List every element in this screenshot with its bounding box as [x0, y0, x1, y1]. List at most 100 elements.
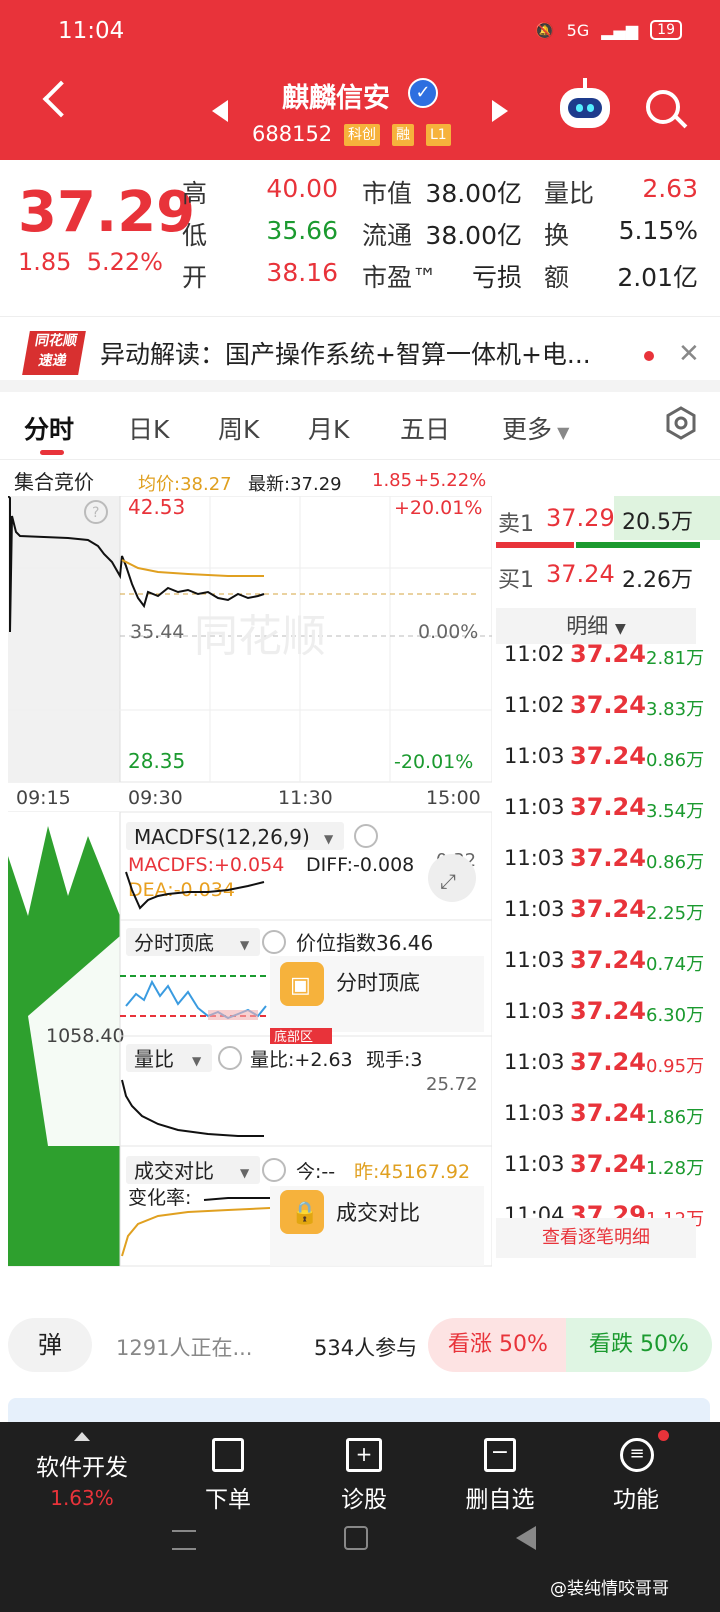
sentiment-bar: 弹 1291人正在... 534人参与 看涨 50% 看跌 50%	[0, 1306, 720, 1396]
tab-more[interactable]: 更多 ▼	[502, 410, 569, 446]
intraday-chart[interactable]: 同花顺 ? 42.53 +20.01% 35.44 0.00% 28.35 -2…	[7, 495, 493, 1276]
tick-time: 11:03	[504, 795, 565, 819]
tick-time: 11:02	[504, 693, 565, 717]
verified-icon: ✓	[408, 78, 438, 108]
tick-volume: 0.86万	[646, 750, 705, 771]
tick-volume: 3.83万	[646, 699, 705, 720]
bid-ask-bar-green	[576, 542, 700, 548]
next-stock-icon[interactable]	[492, 100, 508, 122]
buy-1-row[interactable]: 买1 37.24 2.26万	[496, 552, 720, 602]
time-0915: 09:15	[16, 787, 71, 809]
macd-title[interactable]: MACDFS(12,26,9)	[134, 825, 310, 849]
sector-name: 软件开发	[36, 1455, 128, 1481]
tick-time: 11:03	[504, 897, 565, 921]
svg-text:?: ?	[92, 505, 99, 521]
deal-compare-badge[interactable]: 成交对比	[336, 1201, 420, 1225]
bid-ask-bar-red	[496, 542, 574, 548]
label-mktcap: 市值	[362, 179, 413, 208]
battery-icon: 19	[650, 20, 682, 40]
svg-text:▣: ▣	[290, 973, 311, 998]
top-bottom-title[interactable]: 分时顶底	[134, 931, 214, 955]
value-low: 35.66	[266, 216, 338, 245]
macd-diff: DIFF:-0.008	[306, 854, 414, 876]
price-change: 1.85 5.22%	[18, 248, 163, 276]
dropdown-icon: ▼	[552, 423, 570, 442]
tick-volume: 3.54万	[646, 801, 705, 822]
auction-label: 集合竞价	[14, 470, 94, 494]
assistant-robot-icon[interactable]	[560, 78, 610, 128]
help-icon[interactable]	[354, 824, 378, 848]
time-1130: 11:30	[278, 787, 333, 809]
label-high: 高	[182, 179, 208, 208]
vol-ratio-title[interactable]: 量比	[134, 1047, 174, 1071]
tab-daily[interactable]: 日K	[128, 410, 169, 446]
tick-volume: 6.30万	[646, 1005, 705, 1026]
label-float: 流通	[362, 221, 413, 250]
back-nav-icon[interactable]	[516, 1526, 536, 1550]
info-pct: +5.22%	[414, 470, 487, 491]
tick-price: 37.24	[570, 844, 646, 872]
tab-intraday[interactable]: 分时	[24, 410, 74, 446]
recent-apps-icon[interactable]	[172, 1530, 196, 1550]
news-logo: 同花顺 速递	[22, 331, 86, 375]
label-amount: 额	[544, 263, 570, 292]
tick-row: 11:03 37.24 3.54万	[496, 783, 720, 833]
prev-stock-icon[interactable]	[212, 100, 228, 122]
arrow-up-icon	[74, 1432, 90, 1441]
tick-price: 37.24	[570, 691, 646, 719]
tab-weekly[interactable]: 周K	[218, 410, 259, 446]
tick-price: 37.24	[570, 742, 646, 770]
svg-text:▼: ▼	[192, 1054, 202, 1068]
help-icon[interactable]	[262, 930, 286, 954]
tick-time: 11:02	[504, 642, 565, 666]
bearish-button[interactable]: 看跌 50%	[566, 1318, 712, 1372]
news-banner[interactable]: 同花顺 速递 异动解读：国产操作系统+智算一体机+电... ✕	[0, 316, 720, 378]
sell-1-row[interactable]: 卖1 37.29 20.5万	[496, 496, 720, 546]
tick-row: 11:03 37.24 1.28万	[496, 1140, 720, 1190]
svg-text:⤢: ⤢	[440, 869, 456, 893]
tick-time: 11:03	[504, 999, 565, 1023]
tick-time: 11:03	[504, 1101, 565, 1125]
settings-icon[interactable]	[664, 406, 698, 440]
bullish-button[interactable]: 看涨 50%	[428, 1318, 568, 1372]
deal-compare-title[interactable]: 成交对比	[134, 1159, 214, 1183]
axis-pct-mid: 0.00%	[418, 621, 478, 643]
stock-name: 麒麟信安	[282, 83, 390, 114]
tick-row: 11:03 37.24 2.25万	[496, 885, 720, 935]
back-icon[interactable]	[42, 80, 80, 118]
axis-pct-low: -20.01%	[394, 751, 473, 773]
value-pe: 亏损	[471, 263, 522, 292]
tick-price: 37.24	[570, 1099, 646, 1127]
tick-row: 11:03 37.24 0.74万	[496, 936, 720, 986]
sector-pct: 1.63%	[50, 1486, 114, 1510]
price-index: 价位指数36.46	[296, 931, 433, 955]
tick-time: 11:03	[504, 948, 565, 972]
signal-icon: ▂▄▆	[601, 20, 639, 40]
order-form-icon	[212, 1438, 244, 1472]
home-icon[interactable]	[344, 1526, 368, 1550]
label-volratio: 量比	[544, 179, 595, 208]
value-float: 38.00亿	[425, 221, 522, 250]
divider	[0, 380, 720, 392]
tab-monthly[interactable]: 月K	[308, 410, 349, 446]
tick-price: 37.24	[570, 1150, 646, 1178]
view-all-ticks-button[interactable]: 查看逐笔明细	[496, 1218, 696, 1258]
tick-price: 37.24	[570, 640, 646, 668]
info-change: 1.85	[372, 470, 413, 491]
danmu-button[interactable]: 弹	[8, 1318, 92, 1372]
tag-star-market: 科创	[344, 124, 380, 146]
join-count: 534人参与	[314, 1336, 418, 1360]
chart-watermark: 同花顺	[194, 611, 326, 662]
help-icon[interactable]	[262, 1158, 286, 1182]
value-amount: 2.01亿	[617, 263, 698, 292]
tick-volume: 1.28万	[646, 1158, 705, 1179]
tick-row: 11:02 37.24 3.83万	[496, 681, 720, 731]
tab-fiveday[interactable]: 五日	[400, 410, 450, 446]
order-book: 卖1 37.29 20.5万 买1 37.24 2.26万 明细 ▼ 11:02…	[496, 496, 720, 1276]
value-volratio: 2.63	[642, 174, 698, 203]
svg-text:▼: ▼	[240, 1166, 250, 1180]
close-icon[interactable]: ✕	[678, 339, 700, 369]
top-bottom-badge[interactable]: 分时顶底	[336, 971, 420, 995]
help-icon[interactable]	[218, 1046, 242, 1070]
news-text: 异动解读：国产操作系统+智算一体机+电...	[100, 340, 591, 369]
